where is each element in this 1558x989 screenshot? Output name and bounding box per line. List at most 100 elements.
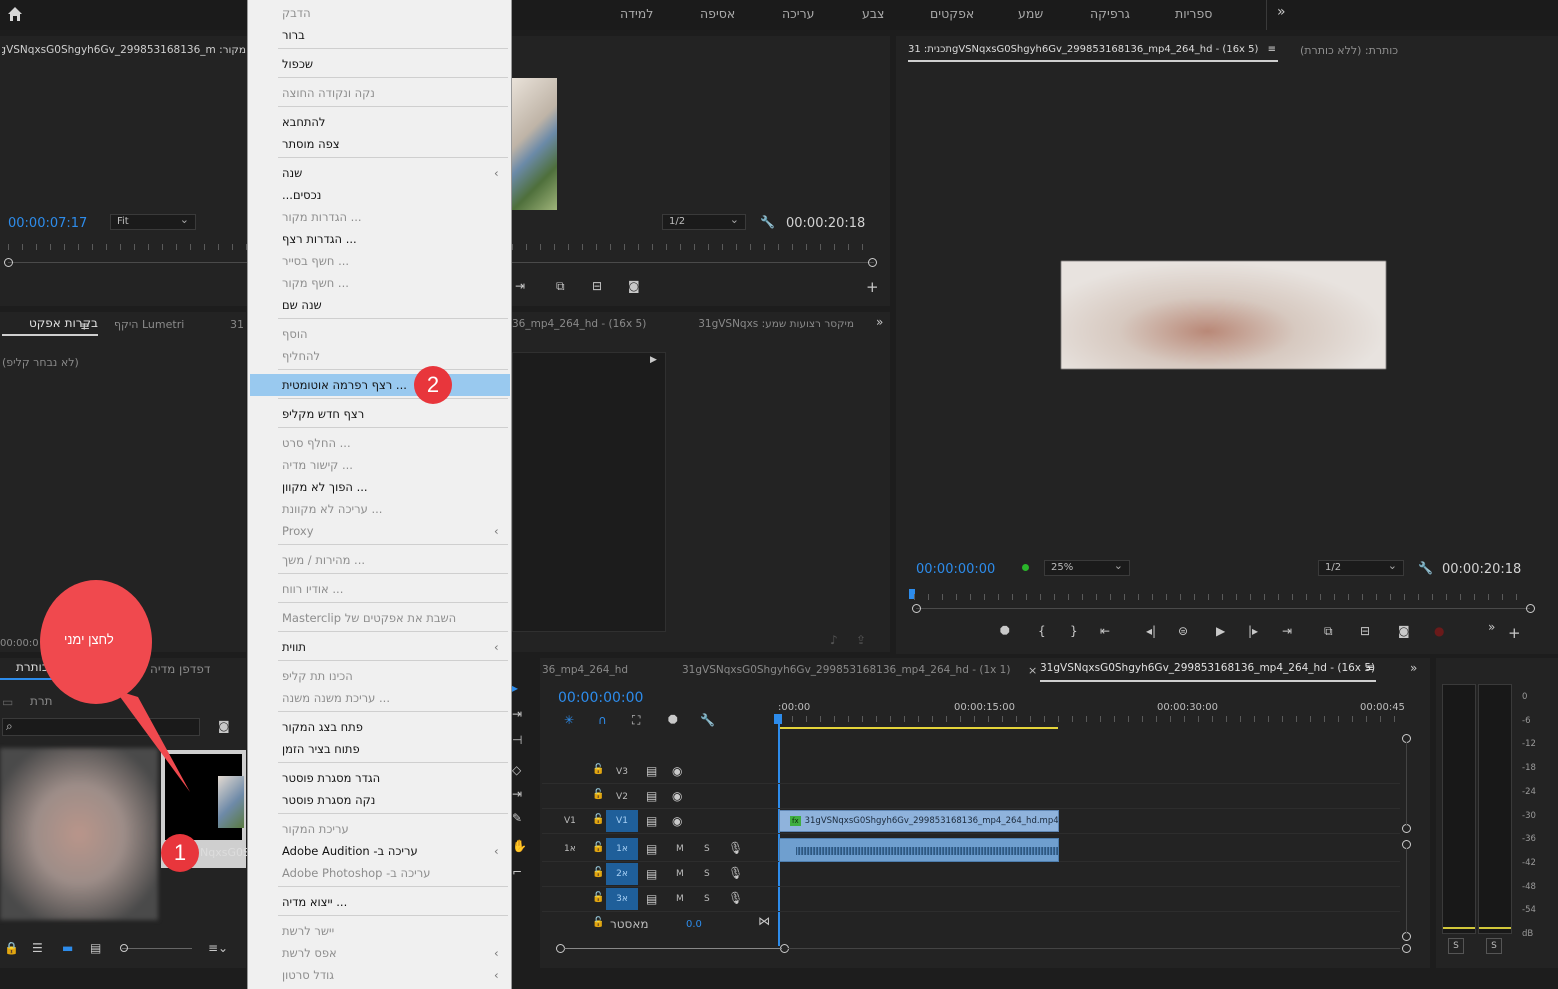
add-button-icon[interactable]: +: [1508, 624, 1521, 642]
lock-icon[interactable]: 🔒: [4, 942, 19, 954]
more-icon[interactable]: »: [876, 316, 883, 328]
menu-item[interactable]: ... עריכת משנה משנה: [250, 687, 510, 709]
menu-item[interactable]: נקה מסגרת פוסטר: [250, 789, 510, 811]
program-zoom-select[interactable]: 25%: [1044, 559, 1130, 576]
record-icon[interactable]: ●: [1434, 624, 1444, 638]
mic-icon[interactable]: 🎙: [728, 892, 743, 904]
workspace-tab[interactable]: שמע: [1018, 6, 1043, 21]
timeline-tab-active[interactable]: 31gVSNqxsG0Shgyh6Gv_299853168136_mp4_264…: [1040, 662, 1376, 682]
menu-item[interactable]: אפס לרשת ›: [250, 942, 510, 964]
lock-icon[interactable]: 🔓: [592, 868, 604, 878]
menu-item[interactable]: שכפול: [250, 53, 510, 75]
sync-lock-icon[interactable]: ▤: [646, 790, 657, 802]
menu-item[interactable]: תווית ›: [250, 636, 510, 658]
source-quality-select[interactable]: 1/2: [662, 213, 746, 230]
work-area-bar[interactable]: [778, 727, 1058, 729]
menu-item[interactable]: צפה מוסתר: [250, 133, 510, 155]
menu-item[interactable]: ... רצף רפרמה אוטומטית: [250, 374, 510, 396]
mark-in-icon[interactable]: {: [1038, 624, 1046, 638]
menu-item[interactable]: ... מהירות / משך: [250, 549, 510, 571]
ripple-tool-icon[interactable]: ⊣: [512, 734, 522, 746]
snap-icon[interactable]: ✳: [564, 714, 574, 726]
home-icon[interactable]: [6, 5, 24, 23]
slip-tool-icon[interactable]: ⇥: [512, 788, 522, 800]
menu-item[interactable]: שנה שם: [250, 294, 510, 316]
track-target-v2[interactable]: V2: [606, 786, 638, 808]
marker-icon[interactable]: ⯃: [1000, 624, 1010, 639]
program-scrubber[interactable]: [916, 608, 1530, 609]
workspace-tab[interactable]: אסיפה: [700, 6, 735, 21]
go-to-in-icon[interactable]: ⇤: [1100, 624, 1110, 638]
wrench-icon[interactable]: 🔧: [1418, 562, 1433, 574]
icon-view-icon[interactable]: ▬: [62, 942, 73, 954]
export-icon[interactable]: ⇪: [856, 634, 866, 646]
loop-icon[interactable]: ⊜: [1178, 624, 1188, 638]
settings-wrench-icon[interactable]: 🔧: [700, 714, 715, 726]
video-clip[interactable]: fx 31gVSNqxsG0Shgyh6Gv_299853168136_mp4_2…: [779, 810, 1059, 832]
lift-icon[interactable]: ⧉: [556, 280, 565, 292]
source-patch-a1[interactable]: 1א: [564, 844, 576, 854]
mic-icon[interactable]: 🎙: [728, 867, 743, 879]
menu-item[interactable]: עריכת המקור: [250, 818, 510, 840]
workspace-tab[interactable]: צבע: [862, 6, 884, 21]
solo-left-button[interactable]: S: [1448, 938, 1464, 954]
mute-button[interactable]: M: [676, 894, 684, 904]
extract-icon[interactable]: ⊟: [1360, 624, 1370, 638]
camera-icon[interactable]: ◙: [1398, 624, 1410, 638]
panel-tab-31[interactable]: 31: [230, 318, 244, 331]
solo-right-button[interactable]: S: [1486, 938, 1502, 954]
mute-button[interactable]: M: [676, 844, 684, 854]
menu-item[interactable]: פתוח בציר הזמן: [250, 738, 510, 760]
solo-button[interactable]: S: [704, 869, 710, 879]
source-zoom-select[interactable]: Fit: [110, 213, 196, 230]
scrub-handle-left[interactable]: [912, 604, 921, 613]
lock-icon[interactable]: 🔓: [592, 843, 604, 853]
playhead-handle[interactable]: [774, 714, 782, 724]
folder-icon[interactable]: ▭: [2, 696, 13, 708]
close-icon[interactable]: ×: [1028, 664, 1037, 677]
wrench-icon[interactable]: 🔧: [760, 216, 775, 228]
freeform-view-icon[interactable]: ▤: [90, 942, 101, 954]
track-target-a1[interactable]: 1א: [606, 838, 638, 860]
scrub-handle-right[interactable]: [868, 258, 877, 267]
eye-icon[interactable]: ◉: [672, 765, 682, 777]
scrub-handle-left[interactable]: [4, 258, 13, 267]
menu-item[interactable]: נכסים...: [250, 184, 510, 206]
marker-icon[interactable]: ⯃: [668, 714, 678, 726]
track-target-a2[interactable]: 2א: [606, 863, 638, 885]
audio-icon[interactable]: ♪: [830, 634, 838, 646]
menu-item[interactable]: נקה ונקודה החוצה: [250, 82, 510, 104]
sort-icon[interactable]: ≡⌄: [208, 942, 228, 954]
menu-item[interactable]: ברור: [250, 24, 510, 46]
program-timecode-in[interactable]: 00:00:00:00: [916, 562, 995, 577]
menu-item[interactable]: ... חשף מקור: [250, 272, 510, 294]
track-target-v3[interactable]: V3: [606, 761, 638, 783]
lock-icon[interactable]: 🔓: [592, 815, 604, 825]
workspace-tab[interactable]: גרפיקה: [1090, 6, 1130, 21]
step-forward-icon[interactable]: |▸: [1248, 624, 1258, 638]
timeline-timecode[interactable]: 00:00:00:00: [558, 690, 643, 706]
workspace-tab[interactable]: עריכה: [782, 6, 814, 21]
track-target-v1[interactable]: V1: [606, 810, 638, 832]
source-monitor-title[interactable]: מקור: 31gVSNqxsG0Shgyh6Gv_299853168136_m: [2, 44, 246, 58]
lock-icon[interactable]: 🔓: [592, 893, 604, 903]
go-to-out-icon[interactable]: ⇥: [1282, 624, 1292, 638]
program-quality-select[interactable]: 1/2: [1318, 559, 1404, 576]
more-workspaces-icon[interactable]: »: [1277, 5, 1286, 19]
menu-item[interactable]: הגדר מסגרת פוסטר: [250, 767, 510, 789]
mark-out-icon[interactable]: }: [1070, 624, 1078, 638]
extract-icon[interactable]: ⊟: [592, 280, 602, 292]
panel-menu-icon[interactable]: ≡: [80, 320, 90, 332]
zoom-slider[interactable]: [122, 948, 192, 949]
hand-tool-icon[interactable]: ✋: [512, 840, 527, 852]
linked-selection-icon[interactable]: ⛶: [632, 714, 640, 726]
menu-item[interactable]: השבת את אפקטים של Masterclip: [250, 607, 510, 629]
panel-menu-icon[interactable]: ≡: [1365, 662, 1374, 674]
add-button-icon[interactable]: +: [866, 280, 879, 295]
menu-item[interactable]: ... הגדרות רצף: [250, 228, 510, 250]
sync-lock-icon[interactable]: ▤: [646, 868, 657, 880]
menu-item[interactable]: עריכה ב- Adobe Photoshop: [250, 862, 510, 884]
mixer-tab-audio[interactable]: מיקסר רצועות שמע: 31gVSNqxs: [684, 318, 854, 330]
go-to-end-icon[interactable]: ⋈: [758, 915, 770, 927]
timeline-tab[interactable]: 31gVSNqxsG0Shgyh6Gv_299853168136_mp4_264…: [682, 664, 1010, 676]
